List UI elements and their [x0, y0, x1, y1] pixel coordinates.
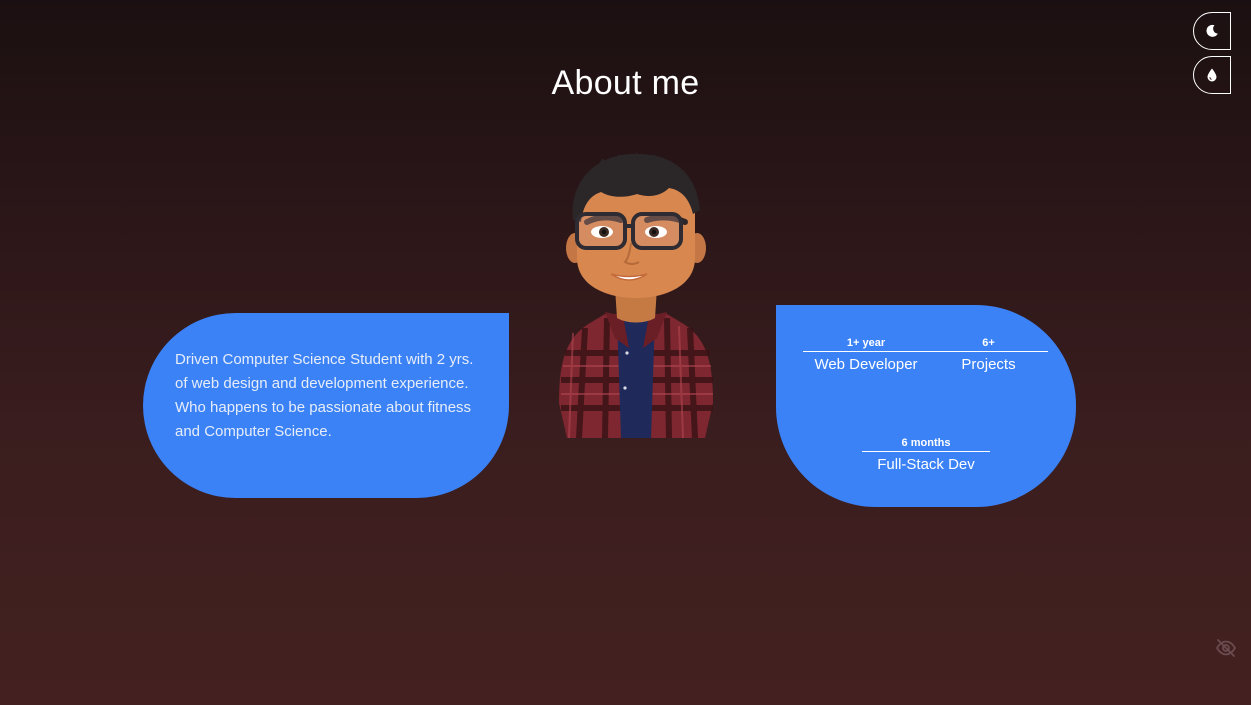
avatar — [545, 148, 727, 439]
page-title: About me — [551, 64, 700, 102]
stat-full-stack: 6 months Full-Stack Dev — [862, 437, 990, 475]
stat-web-developer: 1+ year Web Developer — [803, 337, 929, 375]
stat-value: 1+ year — [803, 337, 929, 352]
stat-value: 6 months — [862, 437, 990, 452]
moon-icon — [1204, 23, 1220, 39]
stat-label: Projects — [961, 356, 1016, 373]
stats-card: 1+ year Web Developer 6+ Projects 6 mont… — [776, 305, 1076, 507]
dark-mode-button[interactable] — [1193, 12, 1231, 50]
bio-card: Driven Computer Science Student with 2 y… — [143, 313, 509, 498]
stat-projects: 6+ Projects — [929, 337, 1048, 375]
visibility-toggle-button[interactable] — [1215, 638, 1237, 658]
stat-label: Web Developer — [814, 356, 918, 373]
bio-text: Driven Computer Science Student with 2 y… — [175, 351, 474, 440]
stat-value: 6+ — [929, 337, 1048, 352]
eye-off-icon — [1215, 639, 1237, 662]
stat-label: Full-Stack Dev — [877, 456, 975, 473]
